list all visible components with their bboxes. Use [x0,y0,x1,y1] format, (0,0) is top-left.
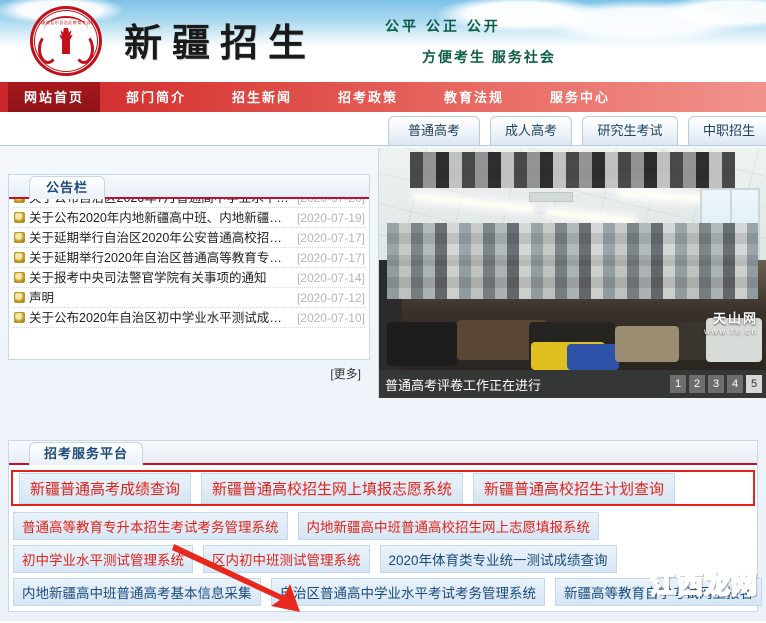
bulletin-item-date: [2020-07-14] [296,270,365,285]
subtab-2[interactable]: 成人高考 [490,116,572,145]
carousel-caption-bar: 普通高考评卷工作正在进行 12345 [379,370,766,398]
service-row-highlighted: 新疆普通高考成绩查询 新疆普通高校招生网上填报志愿系统 新疆普通高校招生计划查询 [11,470,755,506]
bullet-icon [14,212,25,223]
nav-item-3[interactable]: 招生新闻 [216,82,308,114]
bulletin-item-title[interactable]: 关于公布2020年自治区初中学业水平测试成绩的公告 [29,308,291,328]
nav-item-6[interactable]: 服务中心 [534,82,626,114]
main-navigation-items: 网站首页 部门简介 招生新闻 招考政策 教育法规 服务中心 [0,82,766,120]
carousel-dot-3[interactable]: 3 [708,375,724,393]
bulletin-item[interactable]: 关于报考中央司法警官学院有关事项的通知 [2020-07-14] [13,268,365,288]
bulletin-item-title[interactable]: 关于公布自治区2020年7月普通高中学业水平考试成绩的公告 [29,199,291,208]
bulletin-more-row: [更多] [9,359,369,383]
bullet-icon [14,312,25,323]
bulletin-panel: 公告栏 关于公布自治区2020年7月普通高中学业水平考试成绩的公告[2020-0… [8,174,370,381]
service-link[interactable]: 新疆高等教育自学考试网上报名 [555,577,762,606]
service-link[interactable]: 新疆普通高校招生网上填报志愿系统 [201,472,464,504]
carousel-dot-5[interactable]: 5 [746,375,762,393]
site-logo[interactable]: 新疆维吾尔自治区教育考试院 [24,4,108,76]
bullet-icon [14,292,25,303]
bulletin-item-title[interactable]: 声明 [29,288,291,308]
site-title: 新疆招生 [124,20,317,65]
subtab-3[interactable]: 研究生考试 [582,116,678,145]
service-row: 内地新疆高中班普通高考基本信息采集 自治区普通高中学业水平考试考务管理系统 新疆高等… [9,575,762,608]
bullet-icon [14,272,25,283]
photo-mosaic-blur [386,223,759,299]
service-link-rows: 新疆普通高考成绩查询 新疆普通高校招生网上填报志愿系统 新疆普通高校招生计划查询 普通… [9,465,762,608]
bulletin-item[interactable]: 声明 [2020-07-12] [13,288,365,308]
bulletin-tab-row: 公告栏 [9,175,369,199]
photo-bag [567,344,619,370]
photo-ceiling-vent [529,192,573,202]
site-header: 新疆维吾尔自治区教育考试院 新疆招生 公平 公正 公开 方便考生 服务社会 [0,0,766,82]
carousel-pagination: 12345 [670,375,766,393]
carousel-caption[interactable]: 普通高考评卷工作正在进行 [379,375,670,394]
bulletin-item[interactable]: 关于公布2020年内地新疆高中班、内地新疆中职班... [2020-07-19] [13,208,365,228]
service-row: 初中学业水平测试管理系统 区内初中班测试管理系统 2020年体育类专业统一测试成绩查… [9,542,757,575]
service-link[interactable]: 内地新疆高中班普通高校招生网上志愿填报系统 [297,511,599,540]
logo-laurel-right-icon [74,34,94,64]
carousel-photo: 天山网 www.ts.cn [379,148,766,370]
service-link[interactable]: 新疆普通高考成绩查询 [19,472,192,504]
bulletin-item[interactable]: 关于公布2020年自治区初中学业水平测试成绩的公告 [2020-07-10] [13,308,365,328]
service-link[interactable]: 内地新疆高中班普通高考基本信息采集 [13,577,261,606]
nav-item-4[interactable]: 招考政策 [322,82,414,114]
bulletin-item[interactable]: 关于延期举行自治区2020年公安普通高校招生考察... [2020-07-17] [13,228,365,248]
sub-navigation-tabs: 普通高考 成人高考 研究生考试 中职招生 [0,114,766,146]
nav-item-2[interactable]: 部门简介 [110,82,202,114]
carousel-dot-1[interactable]: 1 [670,375,686,393]
subtab-1[interactable]: 普通高考 [388,116,480,145]
bulletin-item-date: [2020-07-17] [296,230,365,245]
bulletin-item-date: [2020-07-19] [296,210,365,225]
service-link[interactable]: 2020年体育类专业统一测试成绩查询 [379,544,617,573]
bulletin-item-date: [2020-07-17] [296,250,365,265]
service-tab-row: 招考服务平台 [9,441,757,465]
photo-mosaic-blur [409,152,736,188]
bulletin-item-title[interactable]: 关于延期举行自治区2020年公安普通高校招生考察... [29,228,291,248]
main-content: 公告栏 关于公布自治区2020年7月普通高中学业水平考试成绩的公告[2020-0… [0,146,766,621]
carousel-dot-4[interactable]: 4 [727,375,743,393]
page-root: 新疆维吾尔自治区教育考试院 新疆招生 公平 公正 公开 方便考生 服务社会 网站… [0,0,766,623]
bulletin-item-title[interactable]: 关于公布2020年内地新疆高中班、内地新疆中职班... [29,208,291,228]
bullet-icon [14,252,25,263]
bullet-icon [14,232,25,243]
carousel-dot-2[interactable]: 2 [689,375,705,393]
service-link[interactable]: 区内初中班测试管理系统 [203,544,370,573]
bulletin-news-list: 关于公布自治区2020年7月普通高中学业水平考试成绩的公告[2020-07-20… [9,199,369,359]
bulletin-item-date: [2020-07-10] [296,310,365,325]
photo-bag [387,322,457,366]
main-navigation: 网站首页 部门简介 招生新闻 招考政策 教育法规 服务中心 [0,82,766,120]
sky-fade-overlay [0,36,766,82]
service-link[interactable]: 自治区普通高中学业水平考试考务管理系统 [270,577,545,606]
bulletin-item[interactable]: 关于延期举行2020年自治区普通高等教育专升本考... [2020-07-17] [13,248,365,268]
photo-ceiling-light [546,209,634,224]
photo-ceiling-light [413,193,533,212]
photo-cabinet [706,318,762,362]
logo-micro-text: 新疆维吾尔自治区教育考试院 [36,20,96,25]
tab-bulletin[interactable]: 公告栏 [29,176,106,199]
subtab-4[interactable]: 中职招生 [688,116,766,145]
bulletin-item-title[interactable]: 关于报考中央司法警官学院有关事项的通知 [29,268,291,288]
news-carousel[interactable]: 天山网 www.ts.cn 普通高考评卷工作正在进行 12345 [378,148,766,398]
nav-item-5[interactable]: 教育法规 [428,82,520,114]
service-platform-panel: 招考服务平台 新疆普通高考成绩查询 新疆普通高校招生网上填报志愿系统 新疆普通高校招… [8,440,762,612]
service-row: 普通高等教育专升本招生考试考务管理系统 内地新疆高中班普通高校招生网上志愿填报系统 [9,509,757,542]
slogan-line-2: 方便考生 服务社会 [422,49,556,65]
tab-service-platform[interactable]: 招考服务平台 [29,442,144,465]
logo-laurel-left-icon [38,34,58,64]
service-link[interactable]: 新疆普通高校招生计划查询 [473,472,676,504]
bulletin-more-link[interactable]: [更多] [330,367,361,381]
slogan-line-1: 公平 公正 公开 [385,18,501,34]
sub-navigation-items: 普通高考 成人高考 研究生考试 中职招生 [0,114,766,146]
bulletin-item-title[interactable]: 关于延期举行2020年自治区普通高等教育专升本考... [29,248,291,268]
bulletin-item-date: [2020-07-20] [291,199,365,208]
service-link[interactable]: 初中学业水平测试管理系统 [13,544,193,573]
bulletin-item-date: [2020-07-12] [296,290,365,305]
photo-bag [615,326,679,362]
bullet-icon [14,199,25,203]
nav-item-1[interactable]: 网站首页 [8,82,100,120]
service-link[interactable]: 普通高等教育专升本招生考试考务管理系统 [13,511,288,540]
